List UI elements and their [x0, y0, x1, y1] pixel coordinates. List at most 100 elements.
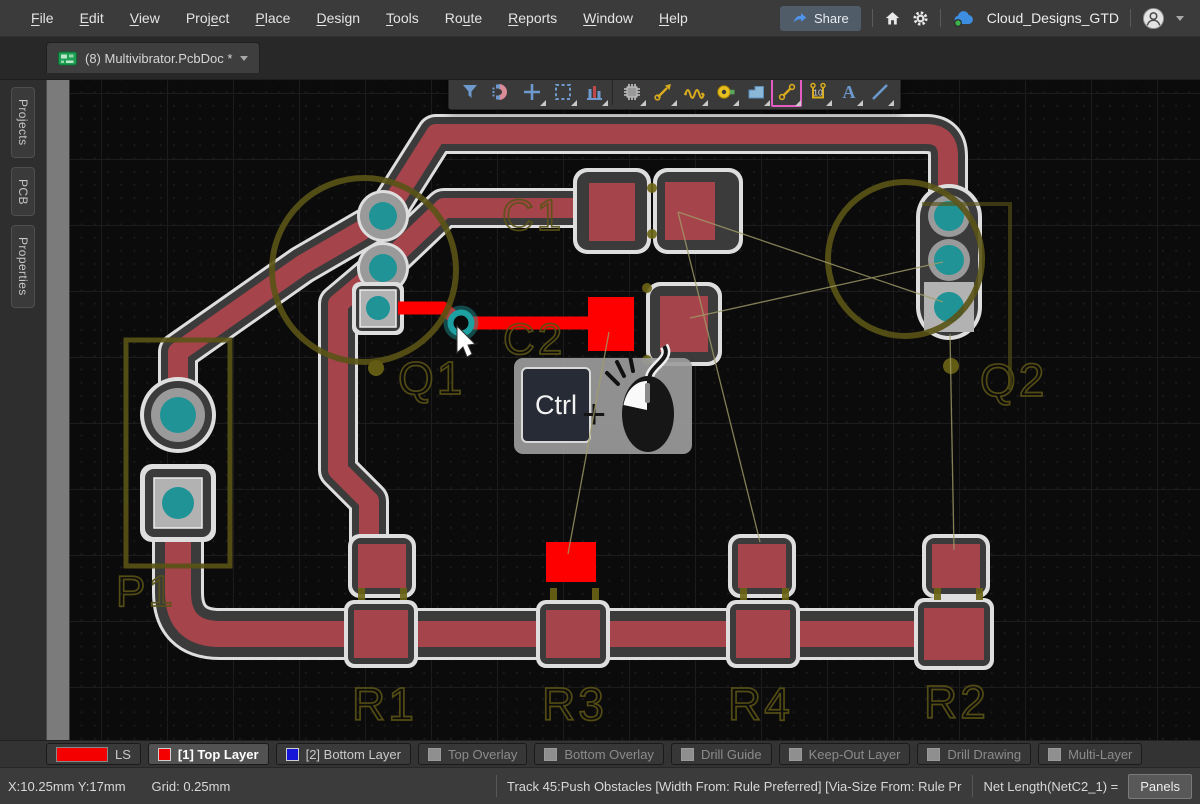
panel-splitter[interactable]: [46, 80, 70, 740]
board-insight-tool-button[interactable]: [578, 80, 609, 107]
layer-tab--1-top-layer[interactable]: [1] Top Layer: [148, 743, 269, 765]
menu-item-design[interactable]: Design: [303, 0, 373, 36]
sidebar-tab-pcb[interactable]: PCB: [11, 167, 35, 217]
via-icon: [714, 81, 736, 103]
altium-designer-window: { "menu": { "items": [ {"label":"File","…: [0, 0, 1200, 802]
divider: [872, 9, 873, 27]
workspace-name[interactable]: Cloud_Designs_GTD: [987, 10, 1119, 26]
pad-r4-2: [736, 610, 790, 658]
sidebar-tab-properties[interactable]: Properties: [11, 225, 35, 308]
length-gauge-tool-button[interactable]: 10: [802, 80, 833, 107]
menu-item-edit[interactable]: Edit: [67, 0, 117, 36]
measure-distance-tool-button[interactable]: [771, 80, 802, 107]
layer-color-swatch: [927, 748, 940, 761]
designator-c1: C1: [502, 191, 564, 240]
grid-setting: Grid: 0.25mm: [152, 779, 231, 794]
pad-c1-1: [589, 183, 635, 241]
menu-item-tools[interactable]: Tools: [373, 0, 432, 36]
menu-bar: FileEditViewProjectPlaceDesignToolsRoute…: [0, 0, 1200, 37]
avatar-icon: [1142, 7, 1165, 30]
jump-origin-tool-button[interactable]: [516, 80, 547, 107]
active-toolbar: 10 A: [448, 80, 901, 110]
menu-item-file[interactable]: File: [18, 0, 67, 36]
layer-tab-keep-out-layer[interactable]: Keep-Out Layer: [779, 743, 911, 765]
layer-tab-bottom-overlay[interactable]: Bottom Overlay: [534, 743, 664, 765]
pad-r1-2: [354, 610, 408, 658]
layer-color-swatch: [789, 748, 802, 761]
home-button[interactable]: [884, 10, 901, 27]
menu-item-window[interactable]: Window: [570, 0, 646, 36]
pcb-canvas[interactable]: C1 C2 Q1 Q2 P1 R1 R3 R4 R2 Ctrl: [70, 80, 1200, 740]
layer-color-swatch: [286, 748, 299, 761]
layer-tab-label: [2] Bottom Layer: [306, 747, 401, 762]
component-q2-pads: [916, 184, 982, 340]
document-tab-bar: (8) Multivibrator.PcbDoc *: [0, 37, 1200, 80]
pcb-board-graphics[interactable]: C1 C2 Q1 Q2 P1 R1 R3 R4 R2 Ctrl: [70, 80, 1200, 740]
resistor-upper-pads: [348, 534, 990, 598]
document-tab-caret[interactable]: [240, 56, 248, 61]
layer-color-swatch: [158, 748, 171, 761]
filter-tool-button[interactable]: [454, 80, 485, 107]
selection-marquee-icon: [552, 81, 574, 103]
svg-text:A: A: [842, 82, 855, 102]
document-tab-title: (8) Multivibrator.PcbDoc *: [85, 51, 232, 66]
designator-c2: C2: [503, 315, 565, 364]
layer-color-swatch: [428, 748, 441, 761]
crosshair-icon: [521, 81, 543, 103]
settings-button[interactable]: [912, 10, 929, 27]
menu-item-project[interactable]: Project: [173, 0, 243, 36]
layer-tab--2-bottom-layer[interactable]: [2] Bottom Layer: [276, 743, 411, 765]
layer-tab-top-overlay[interactable]: Top Overlay: [418, 743, 527, 765]
gear-icon: [912, 10, 929, 27]
pad-r3-2: [546, 610, 600, 658]
polygon-icon: [745, 81, 767, 103]
layer-tab-drill-drawing[interactable]: Drill Drawing: [917, 743, 1031, 765]
layer-tab-multi-layer[interactable]: Multi-Layer: [1038, 743, 1142, 765]
document-tab-multivibrator[interactable]: (8) Multivibrator.PcbDoc *: [46, 42, 260, 73]
text-a-icon: A: [838, 81, 860, 103]
panels-button[interactable]: Panels: [1128, 774, 1192, 799]
menu-item-place[interactable]: Place: [242, 0, 303, 36]
length-tuning-tool-button[interactable]: [678, 80, 709, 107]
sidebar-tab-projects[interactable]: Projects: [11, 87, 35, 158]
place-line-tool-button[interactable]: [864, 80, 895, 107]
layer-tab-label: [1] Top Layer: [178, 747, 259, 762]
divider: [496, 775, 497, 797]
layer-tab-bar: LS [1] Top Layer [2] Bottom Layer Top Overl…: [0, 740, 1200, 767]
layer-tab-drill-guide[interactable]: Drill Guide: [671, 743, 772, 765]
place-component-tool-button[interactable]: [616, 80, 647, 107]
select-area-tool-button[interactable]: [547, 80, 578, 107]
menu-item-view[interactable]: View: [117, 0, 173, 36]
cursor-coordinates: X:10.25mm Y:17mm: [8, 779, 126, 794]
pad-r2-1: [932, 544, 980, 588]
layer-tab-label: Multi-Layer: [1068, 747, 1132, 762]
layer-tab-label: LS: [115, 747, 131, 762]
layer-tab-ls[interactable]: LS: [46, 743, 141, 765]
designator-r2: R2: [924, 676, 989, 728]
layer-color-swatch: [544, 748, 557, 761]
pad-r4-1: [738, 544, 786, 588]
menu-item-reports[interactable]: Reports: [495, 0, 570, 36]
line-icon: [869, 81, 891, 103]
measure-distance-icon: [776, 81, 798, 103]
component-chip-icon: [621, 81, 643, 103]
tune-squiggle-icon: [683, 81, 705, 103]
cloud-workspace-button[interactable]: [952, 9, 976, 27]
snapping-tool-button[interactable]: [485, 80, 516, 107]
routing-status-message: Track 45:Push Obstacles [Width From: Rul…: [507, 779, 962, 794]
divider: [972, 775, 973, 797]
menu-item-help[interactable]: Help: [646, 0, 701, 36]
ratsnest-line: [690, 262, 943, 318]
place-via-tool-button[interactable]: [709, 80, 740, 107]
polygon-pour-tool-button[interactable]: [740, 80, 771, 107]
layer-tab-label: Bottom Overlay: [564, 747, 654, 762]
designator-r4: R4: [728, 678, 793, 730]
interactive-route-tool-button[interactable]: [647, 80, 678, 107]
main-area: Projects PCB Properties: [0, 80, 1200, 740]
menu-item-route[interactable]: Route: [432, 0, 495, 36]
share-button[interactable]: Share: [780, 6, 861, 31]
user-avatar[interactable]: [1142, 7, 1165, 30]
quick-access-bar: Share Cloud_Designs_GTD: [780, 6, 1190, 31]
place-string-tool-button[interactable]: A: [833, 80, 864, 107]
avatar-dropdown-caret[interactable]: [1176, 16, 1184, 21]
